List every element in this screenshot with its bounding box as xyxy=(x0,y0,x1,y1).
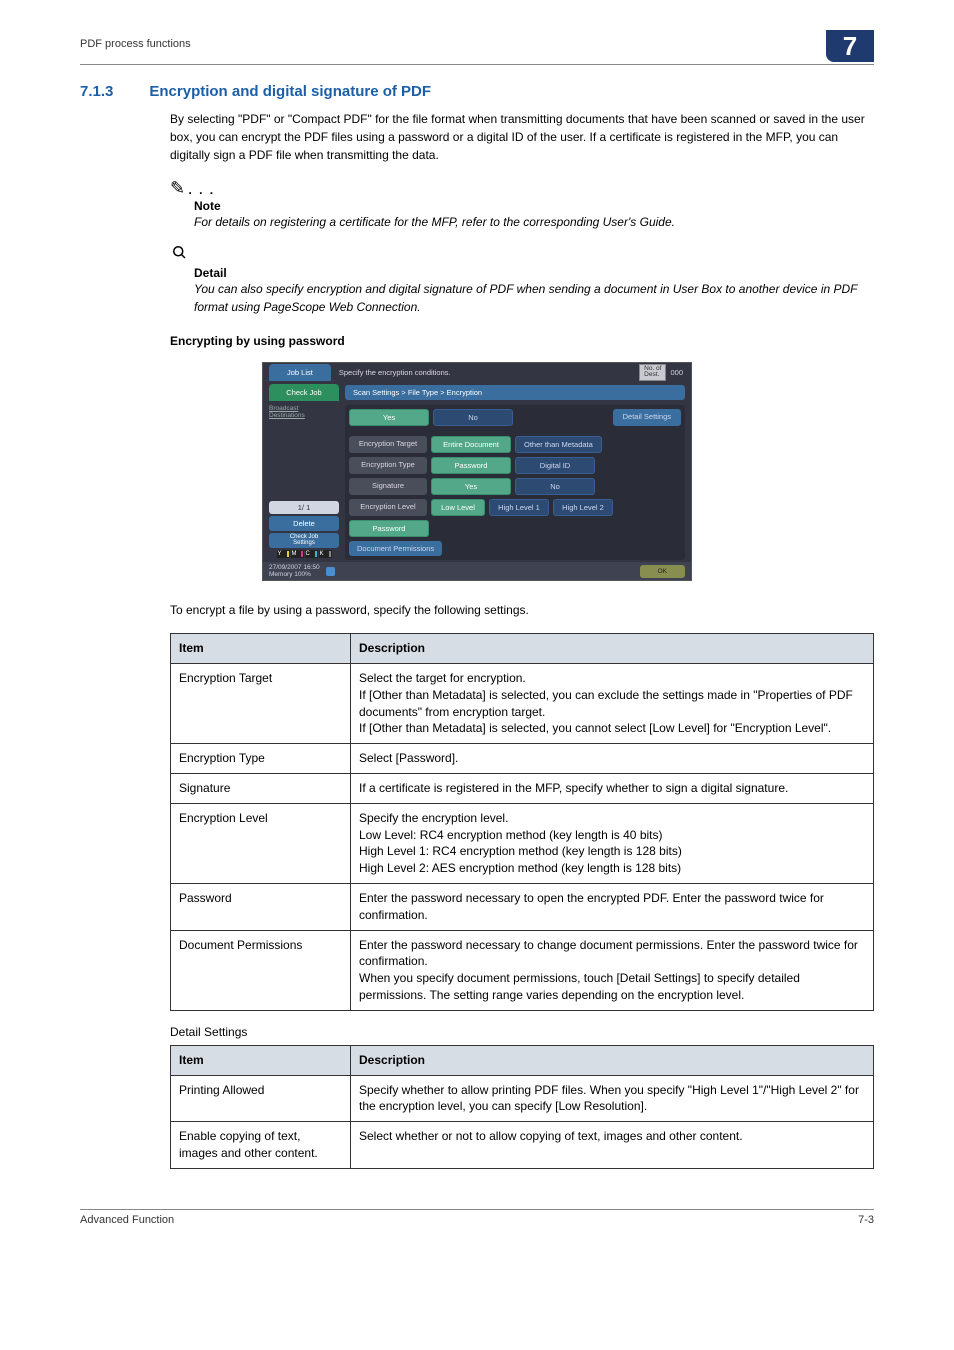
encrypt-heading: Encrypting by using password xyxy=(170,334,874,348)
other-than-metadata-button[interactable]: Other than Metadata xyxy=(515,436,602,453)
table-row: Encryption LevelSpecify the encryption l… xyxy=(171,803,874,883)
signature-yes-button[interactable]: Yes xyxy=(431,478,511,495)
password-button[interactable]: Password xyxy=(349,520,429,537)
dest-label: No. of Dest. xyxy=(639,364,666,381)
section-title: Encryption and digital signature of PDF xyxy=(149,83,431,100)
chapter-badge: 7 xyxy=(826,30,874,62)
breadcrumb: Scan Settings > File Type > Encryption xyxy=(345,385,685,400)
toner-c-icon: C xyxy=(305,550,318,558)
toner-y-icon: Y xyxy=(277,550,290,558)
memory-status: Memory 100% xyxy=(269,571,320,578)
broadcast-dest-label: Broadcast Destinations xyxy=(263,403,345,421)
footer-right: 7-3 xyxy=(858,1214,874,1226)
t1-header-desc: Description xyxy=(351,634,874,664)
low-level-button[interactable]: Low Level xyxy=(431,499,485,516)
detail-settings-caption: Detail Settings xyxy=(170,1025,874,1039)
no-button[interactable]: No xyxy=(433,409,513,426)
table-row: SignatureIf a certificate is registered … xyxy=(171,774,874,804)
table-row: PasswordEnter the password necessary to … xyxy=(171,884,874,931)
password-type-button[interactable]: Password xyxy=(431,457,511,474)
high-level-2-button[interactable]: High Level 2 xyxy=(553,499,613,516)
signature-label: Signature xyxy=(349,478,427,495)
status-flag-icon xyxy=(326,567,335,576)
t2-header-desc: Description xyxy=(351,1045,874,1075)
job-list-tab[interactable]: Job List xyxy=(269,364,331,381)
enc-type-label: Encryption Type xyxy=(349,457,427,474)
table-row: Encryption TargetSelect the target for e… xyxy=(171,664,874,744)
toner-m-icon: M xyxy=(291,550,304,558)
toner-k-icon: K xyxy=(319,550,332,558)
detail-icon xyxy=(170,245,188,265)
ellipsis-icon: . . . xyxy=(188,183,215,197)
datetime: 27/09/2007 16:50 xyxy=(269,564,320,571)
signature-no-button[interactable]: No xyxy=(515,478,595,495)
note-icon: ✎ xyxy=(170,178,185,198)
detail-title: Detail xyxy=(194,266,874,280)
high-level-1-button[interactable]: High Level 1 xyxy=(489,499,549,516)
digital-id-button[interactable]: Digital ID xyxy=(515,457,595,474)
check-job-tab[interactable]: Check Job xyxy=(269,384,339,401)
running-header: PDF process functions xyxy=(80,30,191,50)
section-number: 7.1.3 xyxy=(80,83,113,100)
enc-level-label: Encryption Level xyxy=(349,499,427,516)
pager: 1/ 1 xyxy=(269,501,339,514)
footer-left: Advanced Function xyxy=(80,1214,174,1226)
detail-body: You can also specify encryption and digi… xyxy=(194,280,874,316)
t2-header-item: Item xyxy=(171,1045,351,1075)
table-row: Printing AllowedSpecify whether to allow… xyxy=(171,1075,874,1122)
after-ui-text: To encrypt a file by using a password, s… xyxy=(170,601,874,619)
table-row: Encryption TypeSelect [Password]. xyxy=(171,744,874,774)
table-row: Document PermissionsEnter the password n… xyxy=(171,930,874,1010)
note-title: Note xyxy=(194,199,874,213)
table-row: Enable copying of text, images and other… xyxy=(171,1122,874,1169)
detail-settings-button[interactable]: Detail Settings xyxy=(613,409,681,426)
note-body: For details on registering a certificate… xyxy=(194,213,874,231)
enc-target-label: Encryption Target xyxy=(349,436,427,453)
settings-table-1: Item Description Encryption TargetSelect… xyxy=(170,633,874,1011)
entire-document-button[interactable]: Entire Document xyxy=(431,436,511,453)
instruction-text: Specify the encryption conditions. xyxy=(339,368,639,377)
delete-button[interactable]: Delete xyxy=(269,516,339,531)
check-job-settings-button[interactable]: Check Job Settings xyxy=(269,533,339,548)
toner-levels: Y M C K xyxy=(269,550,339,558)
document-permissions-button[interactable]: Document Permissions xyxy=(349,541,442,556)
settings-table-2: Item Description Printing AllowedSpecify… xyxy=(170,1045,874,1169)
t1-header-item: Item xyxy=(171,634,351,664)
dest-count: 000 xyxy=(670,368,683,377)
ok-button[interactable]: OK xyxy=(640,565,685,578)
yes-button[interactable]: Yes xyxy=(349,409,429,426)
intro-paragraph: By selecting "PDF" or "Compact PDF" for … xyxy=(170,110,874,164)
mfp-panel: Job List Specify the encryption conditio… xyxy=(262,362,692,581)
